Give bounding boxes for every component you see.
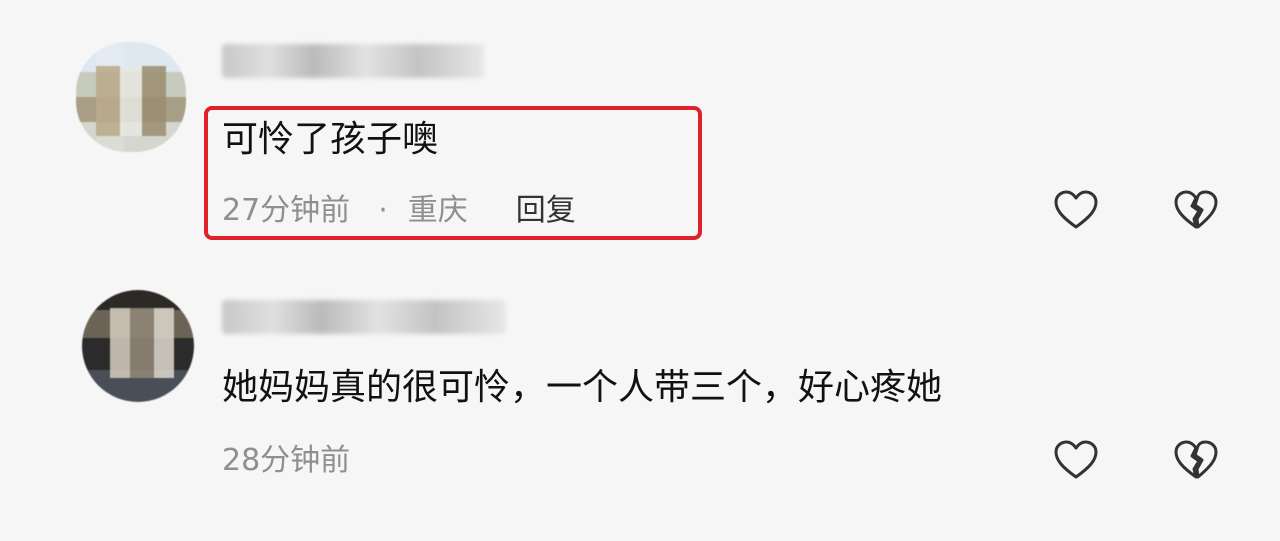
username-blurred[interactable] <box>222 300 506 334</box>
reply-button[interactable]: 回复 <box>516 193 576 228</box>
heart-outline-icon[interactable] <box>1052 436 1100 484</box>
comment-meta: 28分钟前 <box>222 446 350 476</box>
broken-heart-icon[interactable] <box>1172 436 1220 484</box>
comment-time: 27分钟前 <box>222 193 351 228</box>
comment-text: 她妈妈真的很可怜，一个人带三个，好心疼她 <box>222 367 943 408</box>
username-blurred[interactable] <box>222 44 484 78</box>
avatar[interactable] <box>82 290 194 402</box>
comment-item: 她妈妈真的很可怜，一个人带三个，好心疼她 28分钟前 <box>0 270 1280 541</box>
avatar[interactable] <box>76 42 186 152</box>
comment-location: 重庆 <box>407 193 468 228</box>
comment-meta: 27分钟前 · 重庆 回复 <box>222 196 576 226</box>
meta-separator: · <box>378 193 388 228</box>
heart-outline-icon[interactable] <box>1052 186 1100 234</box>
comment-item: 可怜了孩子噢 27分钟前 · 重庆 回复 <box>0 0 1280 270</box>
comment-text: 可怜了孩子噢 <box>222 119 439 160</box>
broken-heart-icon[interactable] <box>1172 186 1220 234</box>
comment-time: 28分钟前 <box>222 443 351 478</box>
